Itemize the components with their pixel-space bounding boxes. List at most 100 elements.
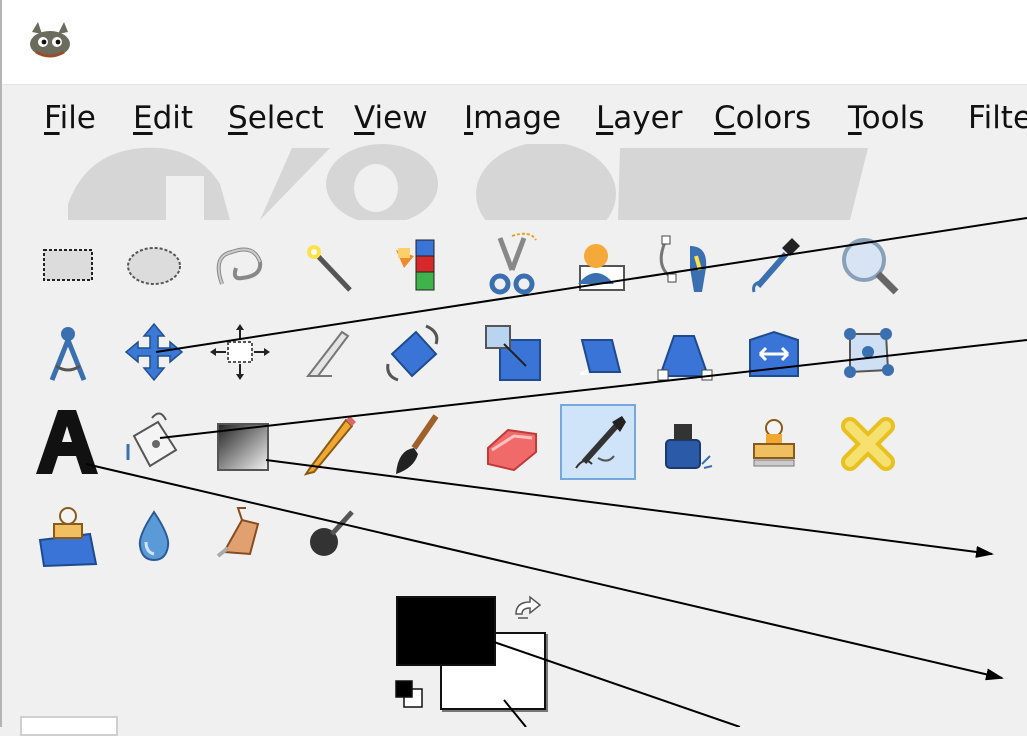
- dodge-burn-tool[interactable]: [288, 494, 364, 570]
- flip-tool[interactable]: [736, 314, 812, 390]
- menu-file[interactable]: File: [44, 98, 96, 138]
- foreground-color-swatch[interactable]: [396, 596, 496, 666]
- perspective-clone-icon: [38, 507, 98, 568]
- fuzzy-select-icon: [307, 245, 352, 292]
- ellipse-select-icon: [127, 247, 181, 285]
- heal-tool[interactable]: [830, 404, 906, 480]
- pencil-tool[interactable]: [288, 404, 364, 480]
- rotate-tool[interactable]: [374, 314, 450, 390]
- gimp-app-icon[interactable]: [24, 18, 76, 60]
- cage-transform-tool[interactable]: [830, 314, 906, 390]
- move-tool[interactable]: [116, 314, 192, 390]
- menu-select-label: elect: [247, 100, 324, 136]
- paths-tool[interactable]: [646, 226, 722, 302]
- dodge-burn-icon: [310, 510, 354, 556]
- color-select-icon: [396, 239, 435, 291]
- menu-colors[interactable]: Colors: [714, 98, 811, 138]
- paintbrush-tool[interactable]: [374, 404, 450, 480]
- measure-tool[interactable]: [30, 314, 106, 390]
- menu-edit-accel: E: [133, 100, 153, 136]
- smudge-tool[interactable]: [202, 494, 278, 570]
- eraser-tool[interactable]: [474, 404, 550, 480]
- zoom-tool[interactable]: [830, 226, 906, 302]
- menu-image-accel: I: [464, 100, 474, 136]
- rotate-icon: [386, 324, 439, 382]
- perspective-icon: [657, 335, 713, 381]
- paintbrush-icon: [396, 414, 439, 474]
- cage-transform-icon: [844, 328, 894, 378]
- menu-image-label: mage: [473, 100, 562, 136]
- ink-icon: [665, 424, 713, 469]
- scissors-select-tool[interactable]: [474, 226, 550, 302]
- menu-file-label: ile: [59, 100, 96, 136]
- swap-colors-icon[interactable]: [510, 594, 546, 626]
- menu-edit-label: dit: [152, 100, 194, 136]
- color-picker-tool[interactable]: [736, 226, 812, 302]
- rect-select-icon: [43, 249, 93, 281]
- scissors-select-icon: [489, 232, 537, 295]
- airbrush-tool[interactable]: [560, 404, 636, 480]
- ink-tool[interactable]: [646, 404, 722, 480]
- paths-icon: [659, 235, 707, 292]
- menu-view-label: iew: [374, 100, 428, 136]
- color-select-tool[interactable]: [374, 226, 450, 302]
- menu-tools[interactable]: Tools: [848, 98, 924, 138]
- title-bar: [0, 0, 1027, 85]
- blend-icon: [217, 423, 269, 471]
- flip-icon: [749, 330, 799, 377]
- foreground-select-icon: [578, 244, 625, 291]
- menu-colors-accel: C: [714, 100, 736, 136]
- menu-layer[interactable]: Layer: [596, 98, 682, 138]
- free-select-icon: [216, 247, 263, 285]
- menu-select[interactable]: Select: [228, 98, 324, 138]
- menu-tools-accel: T: [848, 100, 862, 136]
- blur-sharpen-tool[interactable]: [116, 494, 192, 570]
- menu-view[interactable]: View: [354, 98, 428, 138]
- heal-icon: [841, 417, 895, 471]
- menu-file-accel: F: [44, 100, 60, 136]
- wilber-banner-graphic: [68, 144, 868, 220]
- bucket-fill-icon: [126, 412, 178, 468]
- eraser-icon: [487, 428, 537, 472]
- clone-tool[interactable]: [736, 404, 812, 480]
- menu-colors-label: olors: [735, 100, 812, 136]
- menu-filters[interactable]: Filte: [968, 98, 1027, 138]
- crop-tool[interactable]: [288, 314, 364, 390]
- measure-icon: [49, 327, 87, 381]
- crop-icon: [305, 330, 350, 377]
- clone-icon: [753, 419, 795, 467]
- menu-tools-label: ools: [861, 100, 925, 136]
- menu-layer-label: ayer: [613, 100, 683, 136]
- tool-options-tab[interactable]: [20, 716, 118, 736]
- shear-tool[interactable]: [560, 314, 636, 390]
- align-tool[interactable]: [202, 314, 278, 390]
- perspective-tool[interactable]: [646, 314, 722, 390]
- menu-select-accel: S: [228, 100, 248, 136]
- bucket-fill-tool[interactable]: [116, 404, 192, 480]
- fuzzy-select-tool[interactable]: [288, 226, 364, 302]
- shear-icon: [579, 339, 622, 375]
- blur-sharpen-icon: [138, 510, 170, 562]
- pencil-icon: [303, 416, 356, 476]
- rect-select-tool[interactable]: [30, 226, 106, 302]
- perspective-clone-tool[interactable]: [30, 494, 106, 570]
- blend-tool[interactable]: [202, 404, 278, 480]
- airbrush-icon: [575, 416, 626, 469]
- color-picker-icon: [752, 238, 800, 293]
- zoom-icon: [842, 238, 899, 295]
- menu-bar: File Edit Select View Image Layer Colors…: [0, 86, 1027, 148]
- move-icon: [124, 322, 184, 382]
- menu-layer-accel: L: [596, 100, 614, 136]
- menu-view-accel: V: [354, 100, 375, 136]
- foreground-select-tool[interactable]: [560, 226, 636, 302]
- ellipse-select-tool[interactable]: [116, 226, 192, 302]
- default-colors-icon[interactable]: [394, 679, 426, 711]
- text-tool[interactable]: [30, 404, 106, 480]
- scale-icon: [485, 325, 541, 381]
- text-icon: [36, 410, 98, 474]
- scale-tool[interactable]: [474, 314, 550, 390]
- free-select-tool[interactable]: [202, 226, 278, 302]
- smudge-icon: [216, 507, 260, 558]
- menu-image[interactable]: Image: [464, 98, 561, 138]
- menu-edit[interactable]: Edit: [133, 98, 193, 138]
